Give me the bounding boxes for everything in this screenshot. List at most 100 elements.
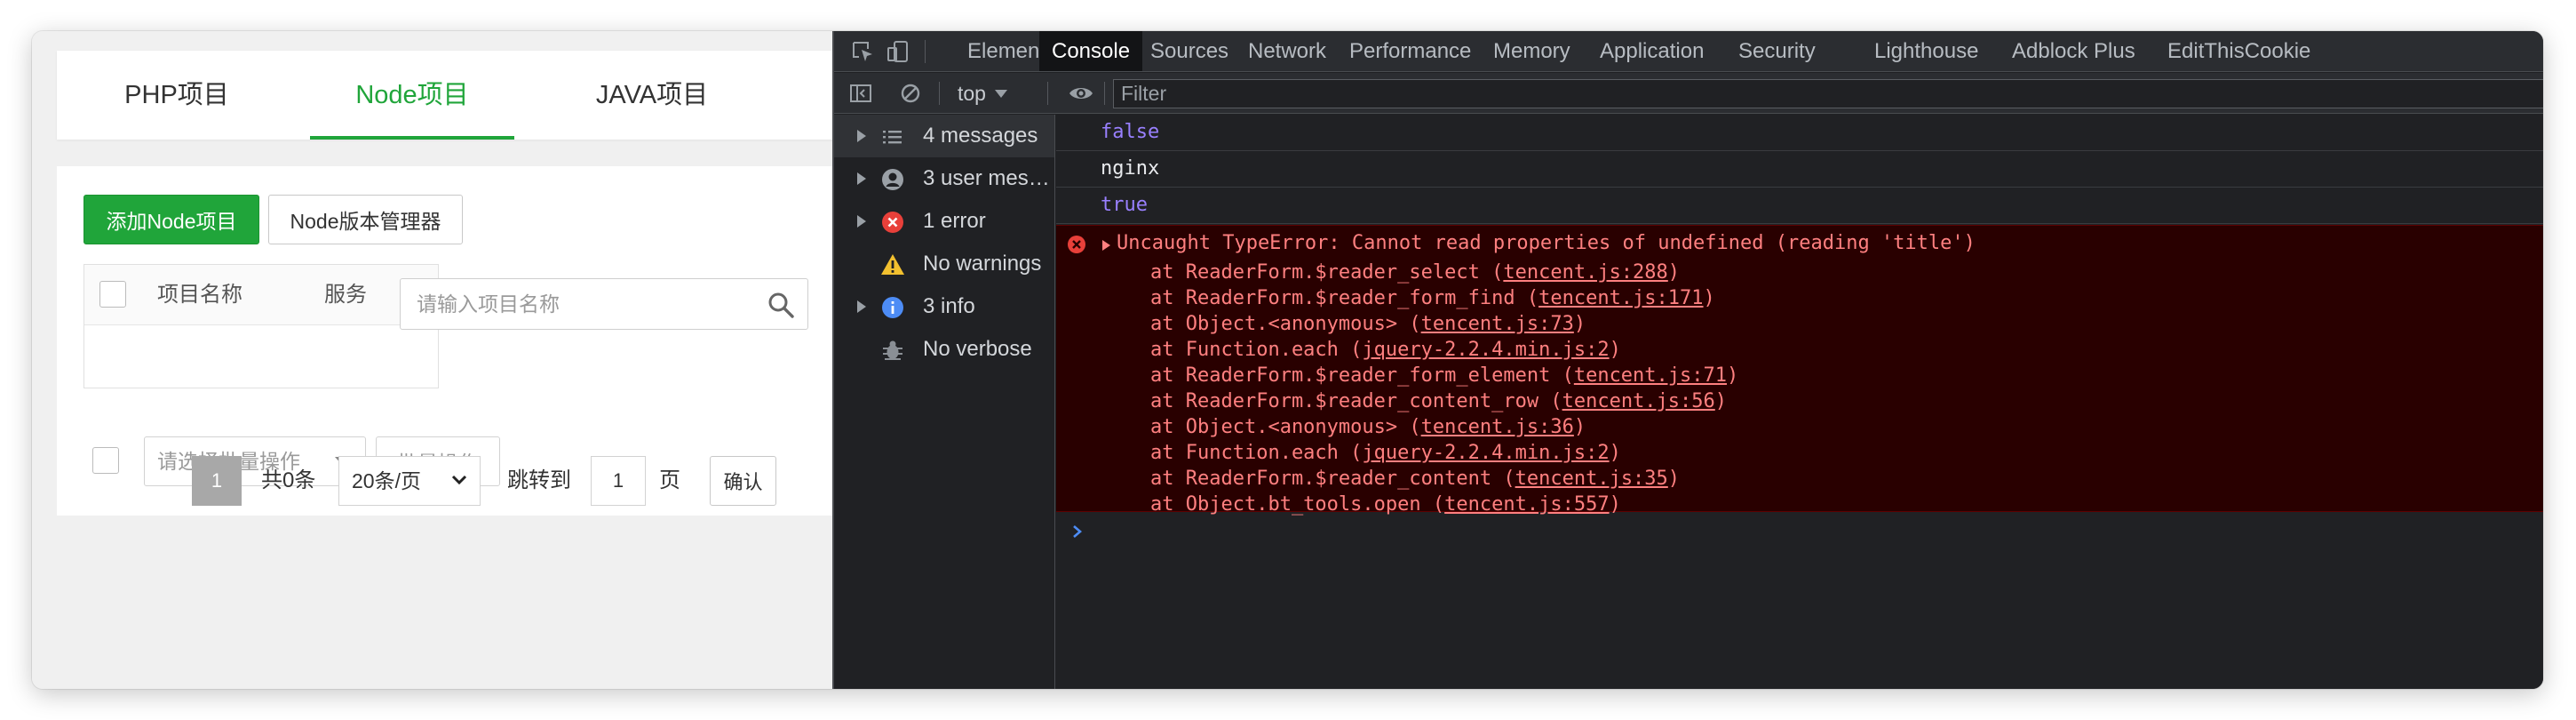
devtools-tab-bar: Elements Console Sources Network Perform… (834, 31, 2543, 72)
expand-arrow-icon (857, 215, 866, 228)
stack-frame: at Function.each (jquery-2.2.4.min.js:2) (1150, 337, 1621, 363)
add-node-project-button[interactable]: 添加Node项目 (83, 195, 259, 244)
stack-frame-text: ) (1703, 287, 1715, 309)
console-log-line: nginx (1056, 151, 2543, 188)
console-toolbar: top (834, 73, 2543, 114)
sidebar-item-errors[interactable]: 1 error (834, 200, 1054, 243)
clear-console-icon[interactable] (896, 79, 925, 108)
stack-frame-text: at Function.each ( (1150, 339, 1363, 361)
stack-frame-text: ) (1609, 442, 1621, 464)
tab-adblock-plus[interactable]: Adblock Plus (2000, 31, 2148, 71)
tab-sources[interactable]: Sources (1138, 31, 1241, 71)
sidebar-item-messages[interactable]: 4 messages (834, 115, 1054, 157)
console-log-line: true (1056, 188, 2543, 224)
stack-frame-text: ) (1667, 468, 1681, 490)
tab-security[interactable]: Security (1726, 31, 1828, 71)
expand-arrow-icon[interactable] (1102, 240, 1110, 251)
tab-editthiscookie[interactable]: EditThisCookie (2155, 31, 2323, 71)
stack-frame-source-link[interactable]: tencent.js:56 (1562, 390, 1715, 412)
stack-frame-source-link[interactable]: tencent.js:171 (1538, 287, 1703, 309)
column-header-service: 服务 (324, 283, 367, 307)
console-log-line: false (1056, 115, 2543, 151)
stack-frame-text: at Function.each ( (1150, 442, 1363, 464)
project-tabs: PHP项目 Node项目 JAVA项目 (57, 51, 839, 140)
tab-application[interactable]: Application (1587, 31, 1716, 71)
context-selector[interactable]: top (958, 73, 1007, 114)
stack-frame-text: ) (1573, 313, 1586, 335)
stack-frame-source-link[interactable]: tencent.js:71 (1574, 364, 1727, 387)
stack-frame-source-link[interactable]: tencent.js:35 (1515, 468, 1668, 490)
jump-page-input[interactable]: 1 (591, 456, 646, 506)
stack-frame-text: at ReaderForm.$reader_select ( (1150, 261, 1504, 284)
sidebar-item-label: 3 user messages (923, 166, 1052, 190)
tab-lighthouse[interactable]: Lighthouse (1862, 31, 1991, 71)
pagination-total: 共0条 (261, 468, 316, 492)
sidebar-item-info[interactable]: 3 info (834, 285, 1054, 328)
batch-operation-select[interactable]: 请选择批量操作 (144, 436, 366, 486)
pagination-current-page[interactable]: 1 (192, 456, 242, 506)
search-box (400, 278, 808, 330)
project-table: 项目名称 服务 (83, 264, 439, 388)
stack-frame-text: ) (1573, 416, 1586, 438)
stack-frame-text: at ReaderForm.$reader_content_row ( (1150, 390, 1562, 412)
stack-frame-text: at Object.bt_tools.open ( (1150, 493, 1445, 516)
stack-frame-source-link[interactable]: tencent.js:73 (1421, 313, 1574, 335)
stack-frame-text: at ReaderForm.$reader_form_find ( (1150, 287, 1539, 309)
stack-frame-source-link[interactable]: tencent.js:36 (1421, 416, 1574, 438)
expand-arrow-icon (857, 172, 866, 185)
search-input[interactable] (402, 281, 749, 327)
warning-icon (881, 254, 904, 275)
tab-java-projects[interactable]: JAVA项目 (541, 51, 763, 140)
stack-frame: at ReaderForm.$reader_content (tencent.j… (1150, 466, 1680, 492)
tab-node-projects[interactable]: Node项目 (310, 51, 514, 140)
stack-frame: at Object.<anonymous> (tencent.js:73) (1150, 311, 1586, 337)
per-page-value: 20条/页 (352, 469, 421, 492)
stack-frame-source-link[interactable]: tencent.js:557 (1444, 493, 1609, 516)
sidebar-item-label: No warnings (923, 252, 1042, 276)
stack-frame: at ReaderForm.$reader_select (tencent.js… (1150, 260, 1680, 285)
info-icon (882, 297, 903, 318)
tab-memory[interactable]: Memory (1481, 31, 1583, 71)
stack-frame-source-link[interactable]: jquery-2.2.4.min.js:2 (1362, 339, 1609, 361)
node-version-manager-button[interactable]: Node版本管理器 (268, 195, 463, 244)
sidebar-item-user-messages[interactable]: 3 user messages (834, 157, 1054, 200)
confirm-jump-button[interactable]: 确认 (710, 456, 776, 506)
web-page: PHP项目 Node项目 JAVA项目 添加Node项目 Node版本管理器 项… (32, 31, 839, 689)
inspect-element-icon[interactable] (848, 37, 877, 66)
error-message: Uncaught TypeError: Cannot read properti… (1117, 232, 1976, 254)
eye-icon[interactable] (1067, 79, 1095, 108)
error-icon (1068, 236, 1085, 253)
stack-frame-source-link[interactable]: jquery-2.2.4.min.js:2 (1362, 442, 1609, 464)
stack-frame-text: ) (1609, 339, 1621, 361)
tab-console[interactable]: Console (1039, 31, 1143, 71)
stack-frame-text: ) (1667, 261, 1681, 284)
tab-network[interactable]: Network (1236, 31, 1339, 71)
search-icon[interactable] (767, 291, 795, 319)
table-header: 项目名称 服务 (84, 265, 438, 325)
sidebar-toggle-icon[interactable] (847, 79, 875, 108)
tab-performance[interactable]: Performance (1337, 31, 1483, 71)
stack-frame: at Object.<anonymous> (tencent.js:36) (1150, 414, 1586, 440)
bug-icon (883, 340, 902, 360)
row-select-checkbox[interactable] (92, 447, 119, 474)
list-icon (883, 131, 902, 144)
device-toolbar-icon[interactable] (884, 37, 912, 66)
console-prompt-icon[interactable] (1067, 518, 1093, 545)
select-all-checkbox[interactable] (99, 281, 126, 308)
toolbar-divider (1047, 82, 1048, 105)
stack-frame-source-link[interactable]: tencent.js:288 (1503, 261, 1667, 284)
console-filter-input[interactable] (1113, 79, 2543, 108)
stack-frame: at Object.bt_tools.open (tencent.js:557) (1150, 492, 1621, 517)
sidebar-item-verbose[interactable]: No verbose (834, 328, 1054, 371)
column-header-name: 项目名称 (157, 283, 242, 307)
sidebar-item-warnings[interactable]: No warnings (834, 243, 1054, 285)
stack-frame-text: at ReaderForm.$reader_content ( (1150, 468, 1515, 490)
tab-php-projects[interactable]: PHP项目 (92, 51, 261, 140)
per-page-select[interactable]: 20条/页 (338, 456, 481, 506)
jump-to-label: 跳转到 (507, 468, 571, 492)
devtools-panel: Elements Console Sources Network Perform… (832, 31, 2543, 689)
stack-frame: at ReaderForm.$reader_form_find (tencent… (1150, 285, 1715, 311)
sidebar-item-label: No verbose (923, 337, 1032, 361)
sidebar-item-label: 4 messages (923, 124, 1038, 148)
stack-frame-text: ) (1714, 390, 1728, 412)
